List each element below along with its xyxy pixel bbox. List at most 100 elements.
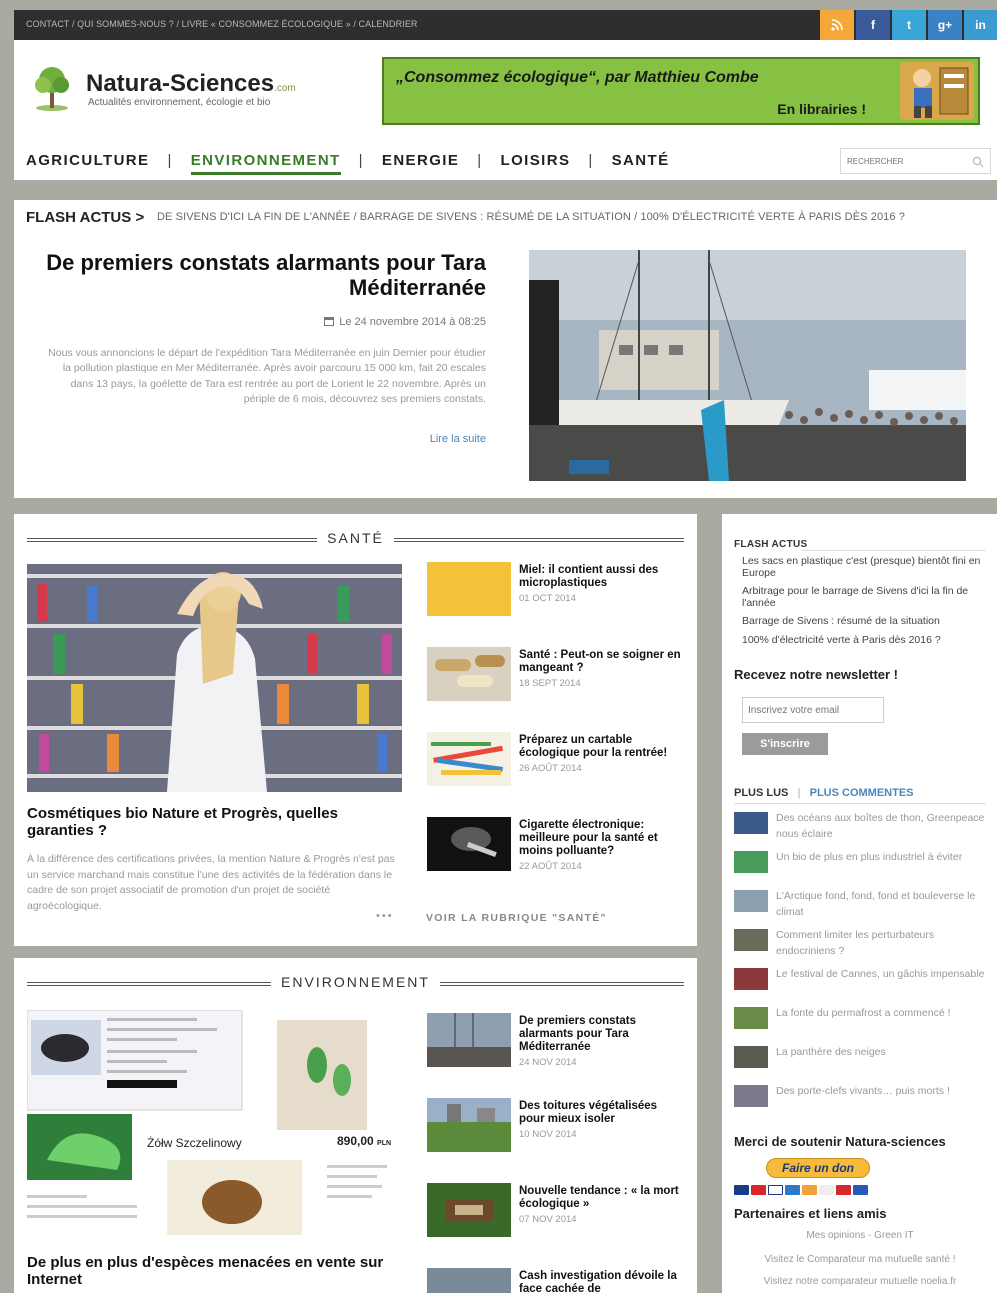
item-date: 10 NOV 2014 [519,1129,577,1140]
partner-link[interactable]: Visitez le Comparateur ma mutuelle santé… [734,1254,986,1265]
card-icon [853,1185,868,1195]
partners-title: Partenaires et liens amis [734,1206,887,1221]
sante-main-title[interactable]: Cosmétiques bio Nature et Progrès, quell… [27,805,397,839]
envir-main-image-collage[interactable]: Żółw Szczelinowy 890,00 PLN [27,1010,402,1240]
popular-item[interactable]: L'Arctique fond, fond, fond et boulevers… [734,888,986,922]
item-date: 18 SEPT 2014 [519,678,581,689]
see-section-link[interactable]: VOIR LA RUBRIQUE "SANTÉ" [426,912,607,924]
item-date: 26 AOÛT 2014 [519,763,582,774]
googleplus-icon[interactable]: g+ [928,10,962,40]
item-title: Miel: il contient aussi des microplastiq… [519,564,684,605]
sante-main-image[interactable] [27,564,402,792]
book-banner-ad[interactable]: „Consommez écologique“, par Matthieu Com… [382,57,980,125]
list-item[interactable]: Arbitrage pour le barrage de Sivens d'ic… [742,585,982,609]
e-cigarette-thumbnail [427,817,511,871]
popular-thumbnail [734,1007,768,1029]
featured-image-tara-boat[interactable] [529,250,966,481]
featured-date-text: Le 24 novembre 2014 à 08:25 [339,316,486,328]
donate-button[interactable]: Faire un don [766,1158,870,1178]
logo-suffix: .com [274,83,296,94]
twitter-icon[interactable]: t [892,10,926,40]
popular-tabs: PLUS LUS | PLUS COMMENTES [734,787,914,799]
nav-agriculture[interactable]: AGRICULTURE [26,152,149,169]
popular-item[interactable]: Un bio de plus en plus industriel à évit… [734,849,986,883]
flash-ticker[interactable]: DE SIVENS D'ICI LA FIN DE L'ANNÉE / BARR… [157,211,905,223]
popular-item[interactable]: La panthère des neiges [734,1044,986,1078]
section-title: SANTÉ [27,530,684,546]
popular-item[interactable]: Le festival de Cannes, un gâchis impensa… [734,966,986,1000]
section-heading: ENVIRONNEMENT [27,974,684,994]
banner-subline: En librairies ! [777,101,866,117]
list-item[interactable]: Santé : Peut-on se soigner en mangeant ?… [427,647,687,707]
popular-item[interactable]: Comment limiter les perturbateurs endocr… [734,927,986,961]
item-title: Nouvelle tendance : « la mort écologique… [519,1185,684,1226]
email-field[interactable] [748,705,878,716]
nav-loisirs[interactable]: LOISIRS [501,152,571,169]
featured-date: Le 24 novembre 2014 à 08:25 [324,316,486,328]
payment-cards-icons [734,1182,870,1196]
popular-thumbnail [734,812,768,834]
collage-caption: Żółw Szczelinowy [147,1136,242,1150]
list-item[interactable]: De premiers constats alarmants pour Tara… [427,1013,687,1073]
rss-icon[interactable] [820,10,854,40]
facebook-icon[interactable]: f [856,10,890,40]
main-nav: AGRICULTURE | ENVIRONNEMENT | ENERGIE | LOISIR… [26,152,670,175]
partner-link[interactable]: Mes opinions - Green IT [734,1230,986,1241]
nav-energie[interactable]: ENERGIE [382,152,459,169]
list-item[interactable]: Les sacs en plastique c'est (presque) bi… [742,555,982,579]
list-item[interactable]: Miel: il contient aussi des microplastiq… [427,562,687,622]
item-date: 07 NOV 2014 [519,1214,577,1225]
popular-thumbnail [734,851,768,873]
popular-thumbnail [734,890,768,912]
popular-title: Un bio de plus en plus industriel à évit… [776,851,963,863]
list-item[interactable]: Cigarette électronique: meilleure pour l… [427,817,687,877]
tab-plus-lus[interactable]: PLUS LUS [734,787,788,799]
divider [734,803,986,804]
popular-item[interactable]: La fonte du permafrost a commencé ! [734,1005,986,1039]
popular-item[interactable]: Des océans aux boîtes de thon, Greenpeac… [734,810,986,844]
featured-title[interactable]: De premiers constats alarmants pour Tara… [46,250,486,300]
top-links[interactable]: CONTACT / QUI SOMMES-NOUS ? / LIVRE « CO… [26,19,418,29]
nav-environnement[interactable]: ENVIRONNEMENT [190,152,341,175]
featured-excerpt: Nous vous annoncions le départ de l'expé… [48,347,486,406]
sidebar-flash-list: Les sacs en plastique c'est (presque) bi… [742,555,982,653]
list-item[interactable]: 100% d'électricité verte à Paris dès 201… [742,634,982,647]
linkedin-icon[interactable]: in [964,10,997,40]
logo-tree-icon[interactable] [28,64,76,112]
tab-plus-commentes[interactable]: PLUS COMMENTES [810,787,914,799]
banner-cartoon-image [900,62,974,120]
search-icon[interactable] [972,156,984,168]
nav-sante[interactable]: SANTÉ [612,152,670,169]
section-sante: SANTÉ Cosmétiques bio Nature et Progrès,… [14,514,697,946]
site-logo[interactable]: Natura-Sciences.com [86,70,296,98]
popular-title: La panthère des neiges [776,1046,886,1058]
item-title: Cigarette électronique: meilleure pour l… [519,819,684,873]
partner-link[interactable]: Visitez notre comparateur mutuelle noeli… [734,1276,986,1287]
list-item[interactable]: Nouvelle tendance : « la mort écologique… [427,1183,687,1243]
site-header: Natura-Sciences.com Actualités environne… [14,40,997,180]
banner-headline: „Consommez écologique“, par Matthieu Com… [396,69,759,86]
tab-separator: | [797,787,801,799]
card-icon [751,1185,766,1195]
envir-main-title[interactable]: De plus en plus d'espèces menacées en ve… [27,1254,397,1288]
support-title: Merci de soutenir Natura-sciences [734,1134,946,1149]
subscribe-button[interactable]: S'inscrire [742,733,828,755]
more-dots-icon[interactable]: ••• [376,910,394,922]
read-more-link[interactable]: Lire la suite [430,433,486,445]
popular-item[interactable]: Des porte-clefs vivants… puis morts ! [734,1083,986,1117]
list-item[interactable]: Barrage de Sivens : résumé de la situati… [742,615,982,628]
popular-title: Des océans aux boîtes de thon, Greenpeac… [776,812,985,840]
nav-separator: | [358,152,364,169]
list-item[interactable]: Préparez un cartable écologique pour la … [427,732,687,792]
capsules-thumbnail [427,647,511,701]
section-heading: SANTÉ [27,530,684,550]
item-title: De premiers constats alarmants pour Tara… [519,1015,684,1069]
list-item[interactable]: Cash investigation dévoile la face caché… [427,1268,687,1293]
divider [802,550,986,551]
popular-thumbnail [734,968,768,990]
site-tagline: Actualités environnement, écologie et bi… [88,97,271,108]
sidebar: FLASH ACTUS Les sacs en plastique c'est … [722,514,997,1293]
list-item[interactable]: Des toitures végétalisées pour mieux iso… [427,1098,687,1158]
green-roof-thumbnail [427,1098,511,1152]
search-input[interactable] [847,157,967,166]
